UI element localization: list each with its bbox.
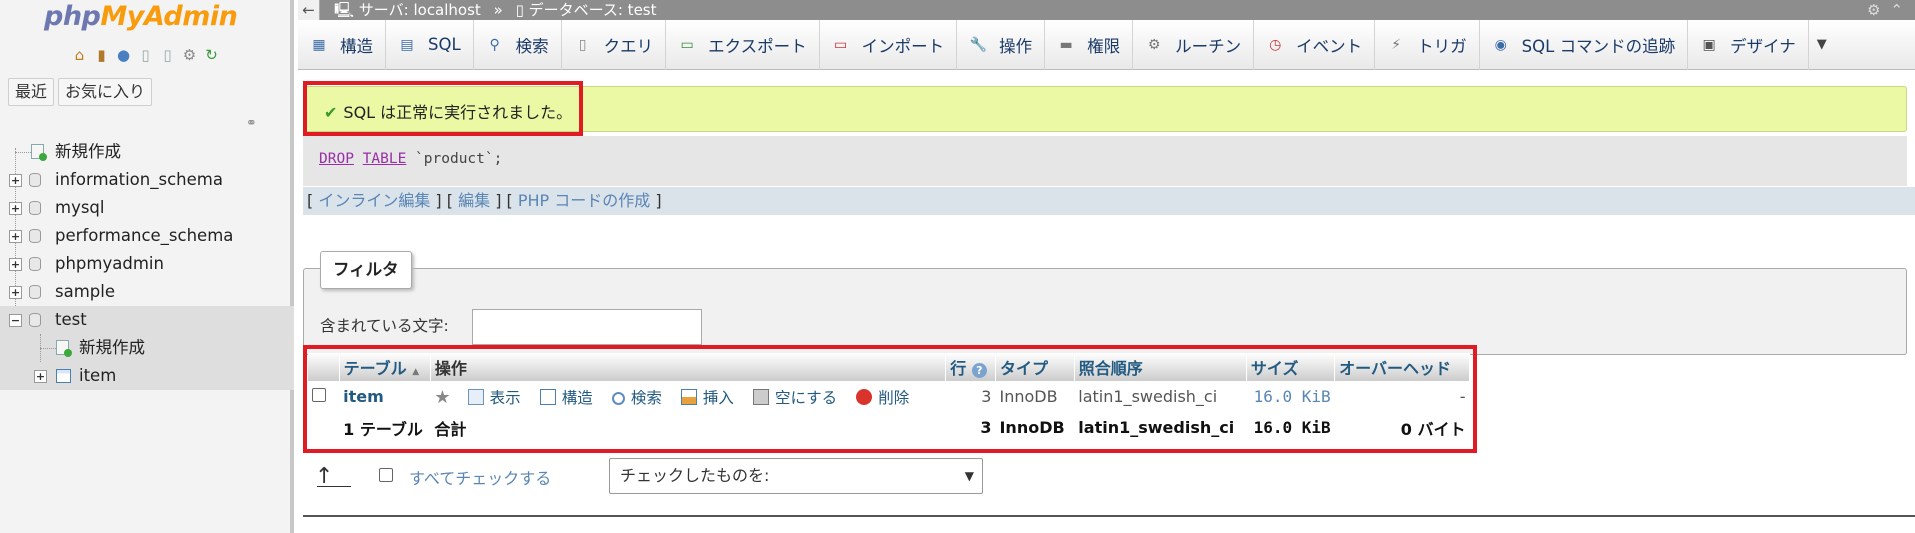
tree-item-test[interactable]: − test [0,306,294,334]
search-icon: ⚲ [489,36,500,53]
tab-query[interactable]: ▯ クエリ [562,19,667,70]
tab-events[interactable]: ◷ イベント [1254,19,1376,70]
events-icon: ◷ [1269,36,1282,53]
import-icon: ▭ [834,36,848,53]
query-actions: [ インライン編集 ] [ 編集 ] [ PHP コードの作成 ] [303,187,1915,215]
home-icon[interactable]: ⌂ [70,46,89,65]
sql-query-box: DROP TABLE `product`; [303,136,1907,186]
back-arrow-icon[interactable]: ← [298,0,320,20]
filter-legend: フィルタ [320,251,412,289]
query-icon: ▯ [578,36,587,53]
eye-icon: ◉ [1494,36,1507,53]
chevron-down-icon: ▼ [964,469,974,483]
nav-tabs: 最近 お気に入り [8,78,153,106]
database-icon [29,201,41,215]
tree-item-phpmyadmin[interactable]: + phpmyadmin [0,250,294,278]
nav-icon-bar: ⌂ ▮ ● ▯ ▯ ⚙ ↻ [70,46,221,65]
tab-operations[interactable]: 🔧 操作 [957,19,1046,70]
tree-item-sample[interactable]: + sample [0,278,294,306]
tree-item-information-schema[interactable]: + information_schema [0,166,294,194]
collapse-icon[interactable]: ⌃ [1890,0,1903,20]
top-menu: ▦ 構造 ▤ SQL ⚲ 検索 ▯ クエリ ▭ エクスポート ▭ インポート 🔧 操作 ▬ 権限… [298,19,1915,70]
highlight-box-table [303,345,1477,453]
tab-privileges[interactable]: ▬ 権限 [1045,19,1134,70]
collapse-icon[interactable]: − [9,314,22,327]
check-all-checkbox[interactable] [379,468,393,482]
designer-icon: ▣ [1702,36,1716,53]
tab-structure[interactable]: ▦ 構造 [298,19,386,70]
reload-icon[interactable]: ↻ [202,46,221,65]
sql-rest: `product`; [406,151,503,167]
tab-tracking[interactable]: ◉ SQL コマンドの追跡 [1480,19,1689,70]
bulk-actions-bar: ↑ すべてチェックする チェックしたものを: ▼ [303,458,1303,502]
sql-icon: ▤ [400,36,414,53]
docs-icon[interactable]: ▯ [136,46,155,65]
breadcrumb-database[interactable]: データベース: test [529,1,657,19]
expand-icon[interactable]: + [34,370,47,383]
tab-routines[interactable]: ⚙ ルーチン [1133,19,1255,70]
tree-item-mysql[interactable]: + mysql [0,194,294,222]
export-icon: ▭ [680,36,694,53]
tab-search[interactable]: ⚲ 検索 [474,19,562,70]
breadcrumb: ← 🖳 サーバ: localhost » ▯ データベース: test ⚙ ⌃ [298,0,1915,20]
exit-icon[interactable]: ▮ [92,46,111,65]
expand-icon[interactable]: + [9,286,22,299]
routines-icon: ⚙ [1147,36,1161,53]
navigation-panel: phpMyAdmin ⌂ ▮ ● ▯ ▯ ⚙ ↻ 最近 お気に入り ⚭ 新規作成… [0,0,294,533]
database-tree: 新規作成 + information_schema + mysql + perf… [0,138,294,390]
highlight-box-message [303,81,583,136]
tab-designer[interactable]: ▣ デザイナ [1688,19,1809,70]
phpmyadmin-logo[interactable]: phpMyAdmin [44,0,238,34]
filter-input[interactable] [472,309,702,345]
inline-edit-link[interactable]: インライン編集 [318,191,430,210]
sql-keyword[interactable]: DROP [319,151,354,167]
sql-keyword[interactable]: TABLE [363,151,407,167]
triggers-icon: ⚡ [1391,36,1402,53]
expand-icon[interactable]: + [9,174,22,187]
favorites-tab[interactable]: お気に入り [58,78,153,106]
recent-tab[interactable]: 最近 [8,78,55,106]
database-icon [29,313,41,327]
edit-link[interactable]: 編集 [458,191,490,210]
help-icon[interactable]: ● [114,46,133,65]
expand-icon[interactable]: + [9,202,22,215]
tab-triggers[interactable]: ⚡ トリガ [1375,19,1480,70]
wrench-icon: 🔧 [969,36,987,53]
new-icon [56,340,72,357]
copy-icon[interactable]: ▯ [158,46,177,65]
tab-import[interactable]: ▭ インポート [820,19,958,70]
tree-item-new[interactable]: 新規作成 [0,138,294,166]
tree-item-performance-schema[interactable]: + performance_schema [0,222,294,250]
tree-item-test-new[interactable]: 新規作成 [0,334,294,376]
table-icon [56,369,71,383]
create-php-code-link[interactable]: PHP コードの作成 [518,191,650,210]
more-menu-icon[interactable]: ▼ [1809,20,1835,70]
database-icon [29,173,41,187]
tab-export[interactable]: ▭ エクスポート [666,19,820,70]
tree-item-item[interactable]: + item [0,362,294,390]
database-icon [29,285,41,299]
with-selected-dropdown[interactable]: チェックしたものを: ▼ [609,458,983,494]
check-all-label[interactable]: すべてチェックする [409,465,551,489]
database-icon [29,257,41,271]
database-icon: ▯ [515,1,524,19]
breadcrumb-server[interactable]: サーバ: localhost [359,1,481,19]
settings-icon[interactable]: ⚙ [1867,0,1880,20]
filter-label: 含まれている文字: [320,317,449,335]
settings-icon[interactable]: ⚙ [180,46,199,65]
expand-icon[interactable]: + [9,258,22,271]
divider [303,515,1915,517]
server-icon: 🖳 [334,1,355,19]
new-icon [31,144,47,161]
database-icon [29,229,41,243]
expand-icon[interactable]: + [9,230,22,243]
privileges-icon: ▬ [1059,36,1073,53]
structure-icon: ▦ [312,36,326,53]
tab-sql[interactable]: ▤ SQL [386,19,474,70]
link-icon[interactable]: ⚭ [246,116,257,131]
breadcrumb-separator: » [493,1,503,19]
